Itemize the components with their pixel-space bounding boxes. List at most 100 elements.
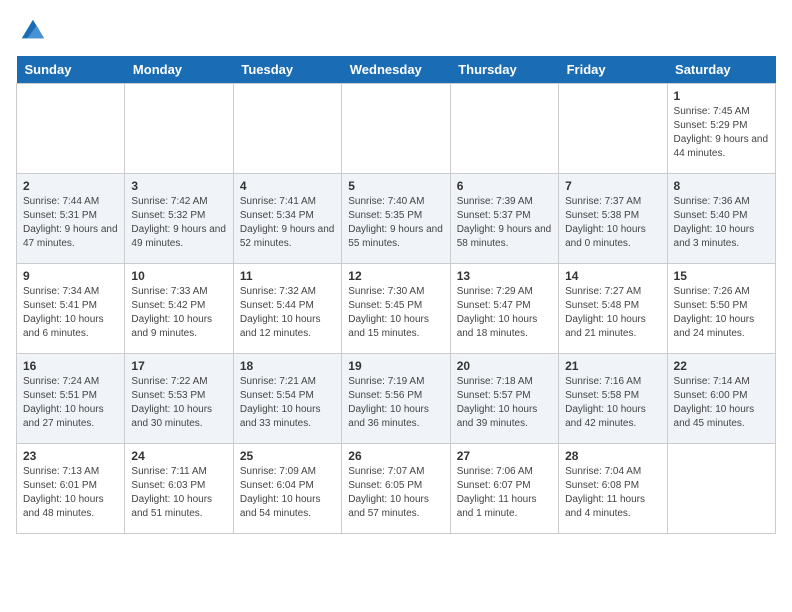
day-info: Sunrise: 7:44 AM Sunset: 5:31 PM Dayligh…: [23, 195, 118, 251]
day-info: Sunrise: 7:24 AM Sunset: 5:51 PM Dayligh…: [23, 375, 118, 431]
calendar-cell: [17, 84, 125, 174]
day-number: 20: [457, 359, 552, 373]
calendar-cell: 25 Sunrise: 7:09 AM Sunset: 6:04 PM Dayli…: [233, 444, 341, 534]
calendar-cell: 7 Sunrise: 7:37 AM Sunset: 5:38 PM Daylig…: [559, 174, 667, 264]
day-info: Sunrise: 7:09 AM Sunset: 6:04 PM Dayligh…: [240, 465, 335, 521]
column-header-monday: Monday: [125, 56, 233, 84]
day-info: Sunrise: 7:34 AM Sunset: 5:41 PM Dayligh…: [23, 285, 118, 341]
day-info: Sunrise: 7:27 AM Sunset: 5:48 PM Dayligh…: [565, 285, 660, 341]
calendar-cell: 22 Sunrise: 7:14 AM Sunset: 6:00 PM Dayli…: [667, 354, 775, 444]
day-info: Sunrise: 7:32 AM Sunset: 5:44 PM Dayligh…: [240, 285, 335, 341]
calendar-cell: 26 Sunrise: 7:07 AM Sunset: 6:05 PM Dayli…: [342, 444, 450, 534]
day-number: 22: [674, 359, 769, 373]
day-number: 4: [240, 179, 335, 193]
column-header-tuesday: Tuesday: [233, 56, 341, 84]
day-number: 23: [23, 449, 118, 463]
calendar-cell: 12 Sunrise: 7:30 AM Sunset: 5:45 PM Dayli…: [342, 264, 450, 354]
day-info: Sunrise: 7:42 AM Sunset: 5:32 PM Dayligh…: [131, 195, 226, 251]
calendar-cell: 9 Sunrise: 7:34 AM Sunset: 5:41 PM Daylig…: [17, 264, 125, 354]
day-number: 28: [565, 449, 660, 463]
day-info: Sunrise: 7:04 AM Sunset: 6:08 PM Dayligh…: [565, 465, 660, 521]
day-number: 1: [674, 89, 769, 103]
calendar-cell: 16 Sunrise: 7:24 AM Sunset: 5:51 PM Dayli…: [17, 354, 125, 444]
calendar-cell: 14Sunrise: 7:27 AM Sunset: 5:48 PM Dayli…: [559, 264, 667, 354]
calendar-cell: 3Sunrise: 7:42 AM Sunset: 5:32 PM Daylig…: [125, 174, 233, 264]
calendar-cell: [450, 84, 558, 174]
day-info: Sunrise: 7:06 AM Sunset: 6:07 PM Dayligh…: [457, 465, 552, 521]
calendar-cell: [233, 84, 341, 174]
day-info: Sunrise: 7:07 AM Sunset: 6:05 PM Dayligh…: [348, 465, 443, 521]
day-info: Sunrise: 7:33 AM Sunset: 5:42 PM Dayligh…: [131, 285, 226, 341]
day-info: Sunrise: 7:11 AM Sunset: 6:03 PM Dayligh…: [131, 465, 226, 521]
calendar-week-4: 16 Sunrise: 7:24 AM Sunset: 5:51 PM Dayli…: [17, 354, 776, 444]
calendar-cell: [125, 84, 233, 174]
calendar-cell: 10 Sunrise: 7:33 AM Sunset: 5:42 PM Dayli…: [125, 264, 233, 354]
day-number: 12: [348, 269, 443, 283]
day-info: Sunrise: 7:13 AM Sunset: 6:01 PM Dayligh…: [23, 465, 118, 521]
calendar-cell: 5Sunrise: 7:40 AM Sunset: 5:35 PM Daylig…: [342, 174, 450, 264]
calendar-week-5: 23 Sunrise: 7:13 AM Sunset: 6:01 PM Dayli…: [17, 444, 776, 534]
day-number: 19: [348, 359, 443, 373]
day-info: Sunrise: 7:21 AM Sunset: 5:54 PM Dayligh…: [240, 375, 335, 431]
day-number: 2: [23, 179, 118, 193]
column-header-thursday: Thursday: [450, 56, 558, 84]
day-number: 6: [457, 179, 552, 193]
day-number: 10: [131, 269, 226, 283]
column-header-wednesday: Wednesday: [342, 56, 450, 84]
day-info: Sunrise: 7:39 AM Sunset: 5:37 PM Dayligh…: [457, 195, 552, 251]
calendar-cell: [342, 84, 450, 174]
calendar-body: 1 Sunrise: 7:45 AM Sunset: 5:29 PM Daylig…: [17, 84, 776, 534]
day-number: 25: [240, 449, 335, 463]
day-info: Sunrise: 7:45 AM Sunset: 5:29 PM Dayligh…: [674, 105, 769, 161]
calendar-cell: 15Sunrise: 7:26 AM Sunset: 5:50 PM Dayli…: [667, 264, 775, 354]
calendar-week-1: 1 Sunrise: 7:45 AM Sunset: 5:29 PM Daylig…: [17, 84, 776, 174]
day-number: 17: [131, 359, 226, 373]
day-number: 8: [674, 179, 769, 193]
calendar-cell: 19Sunrise: 7:19 AM Sunset: 5:56 PM Dayli…: [342, 354, 450, 444]
calendar-cell: 27 Sunrise: 7:06 AM Sunset: 6:07 PM Dayli…: [450, 444, 558, 534]
calendar-cell: 24 Sunrise: 7:11 AM Sunset: 6:03 PM Dayli…: [125, 444, 233, 534]
day-info: Sunrise: 7:30 AM Sunset: 5:45 PM Dayligh…: [348, 285, 443, 341]
day-number: 16: [23, 359, 118, 373]
day-number: 5: [348, 179, 443, 193]
day-number: 24: [131, 449, 226, 463]
day-number: 18: [240, 359, 335, 373]
day-number: 7: [565, 179, 660, 193]
day-info: Sunrise: 7:37 AM Sunset: 5:38 PM Dayligh…: [565, 195, 660, 251]
calendar-cell: 2 Sunrise: 7:44 AM Sunset: 5:31 PM Daylig…: [17, 174, 125, 264]
logo-icon: [18, 16, 46, 44]
calendar-cell: 1 Sunrise: 7:45 AM Sunset: 5:29 PM Daylig…: [667, 84, 775, 174]
calendar-cell: [559, 84, 667, 174]
day-info: Sunrise: 7:14 AM Sunset: 6:00 PM Dayligh…: [674, 375, 769, 431]
calendar-cell: [667, 444, 775, 534]
column-header-sunday: Sunday: [17, 56, 125, 84]
day-info: Sunrise: 7:36 AM Sunset: 5:40 PM Dayligh…: [674, 195, 769, 251]
day-info: Sunrise: 7:26 AM Sunset: 5:50 PM Dayligh…: [674, 285, 769, 341]
day-number: 26: [348, 449, 443, 463]
calendar-cell: 18 Sunrise: 7:21 AM Sunset: 5:54 PM Dayli…: [233, 354, 341, 444]
calendar-cell: 20 Sunrise: 7:18 AM Sunset: 5:57 PM Dayli…: [450, 354, 558, 444]
day-info: Sunrise: 7:41 AM Sunset: 5:34 PM Dayligh…: [240, 195, 335, 251]
day-info: Sunrise: 7:29 AM Sunset: 5:47 PM Dayligh…: [457, 285, 552, 341]
column-header-friday: Friday: [559, 56, 667, 84]
calendar-cell: 4 Sunrise: 7:41 AM Sunset: 5:34 PM Daylig…: [233, 174, 341, 264]
calendar-week-3: 9 Sunrise: 7:34 AM Sunset: 5:41 PM Daylig…: [17, 264, 776, 354]
calendar-header-row: SundayMondayTuesdayWednesdayThursdayFrid…: [17, 56, 776, 84]
day-number: 21: [565, 359, 660, 373]
column-header-saturday: Saturday: [667, 56, 775, 84]
day-info: Sunrise: 7:16 AM Sunset: 5:58 PM Dayligh…: [565, 375, 660, 431]
logo: [16, 16, 46, 44]
calendar-cell: 28 Sunrise: 7:04 AM Sunset: 6:08 PM Dayli…: [559, 444, 667, 534]
calendar-cell: 17 Sunrise: 7:22 AM Sunset: 5:53 PM Dayli…: [125, 354, 233, 444]
day-info: Sunrise: 7:18 AM Sunset: 5:57 PM Dayligh…: [457, 375, 552, 431]
day-number: 27: [457, 449, 552, 463]
day-info: Sunrise: 7:22 AM Sunset: 5:53 PM Dayligh…: [131, 375, 226, 431]
calendar-week-2: 2 Sunrise: 7:44 AM Sunset: 5:31 PM Daylig…: [17, 174, 776, 264]
calendar-table: SundayMondayTuesdayWednesdayThursdayFrid…: [16, 56, 776, 534]
calendar-cell: 23 Sunrise: 7:13 AM Sunset: 6:01 PM Dayli…: [17, 444, 125, 534]
calendar-cell: 21 Sunrise: 7:16 AM Sunset: 5:58 PM Dayli…: [559, 354, 667, 444]
calendar-cell: 6 Sunrise: 7:39 AM Sunset: 5:37 PM Daylig…: [450, 174, 558, 264]
day-number: 9: [23, 269, 118, 283]
page-header: [16, 16, 776, 44]
day-number: 11: [240, 269, 335, 283]
